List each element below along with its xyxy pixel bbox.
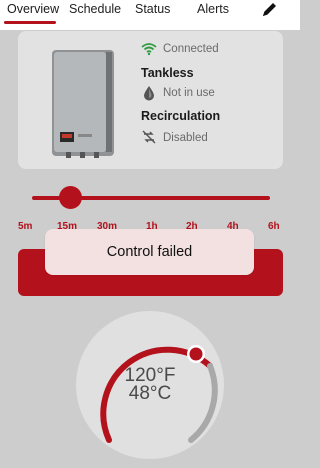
tab-schedule[interactable]: Schedule: [69, 2, 121, 16]
tab-overview[interactable]: Overview: [7, 2, 59, 16]
temperature-dial-handle: [189, 347, 203, 361]
slider-label-6h: 6h: [268, 221, 280, 232]
error-toast: Control failed: [45, 229, 254, 275]
top-tab-bar: Overview Schedule Status Alerts: [0, 0, 300, 30]
tab-status[interactable]: Status: [135, 2, 170, 16]
recirculation-title: Recirculation: [141, 109, 221, 123]
connection-status: Connected: [163, 43, 219, 55]
wifi-icon: [141, 43, 157, 56]
recirculation-disabled-icon: [142, 130, 156, 144]
water-heater-image: [52, 50, 114, 158]
pencil-icon[interactable]: [258, 0, 280, 20]
tankless-title: Tankless: [141, 66, 194, 80]
temperature-celsius: 48°C: [128, 383, 172, 404]
device-card: Connected Tankless Not in use Recirculat…: [18, 31, 283, 169]
duration-slider-thumb[interactable]: [59, 186, 82, 209]
slider-label-5m: 5m: [18, 221, 33, 232]
toast-message: Control failed: [106, 244, 193, 260]
active-tab-indicator: [4, 21, 56, 24]
recirculation-status: Disabled: [163, 132, 208, 144]
water-drop-icon: [144, 86, 154, 101]
tankless-status: Not in use: [163, 87, 215, 99]
tab-alerts[interactable]: Alerts: [197, 2, 229, 16]
